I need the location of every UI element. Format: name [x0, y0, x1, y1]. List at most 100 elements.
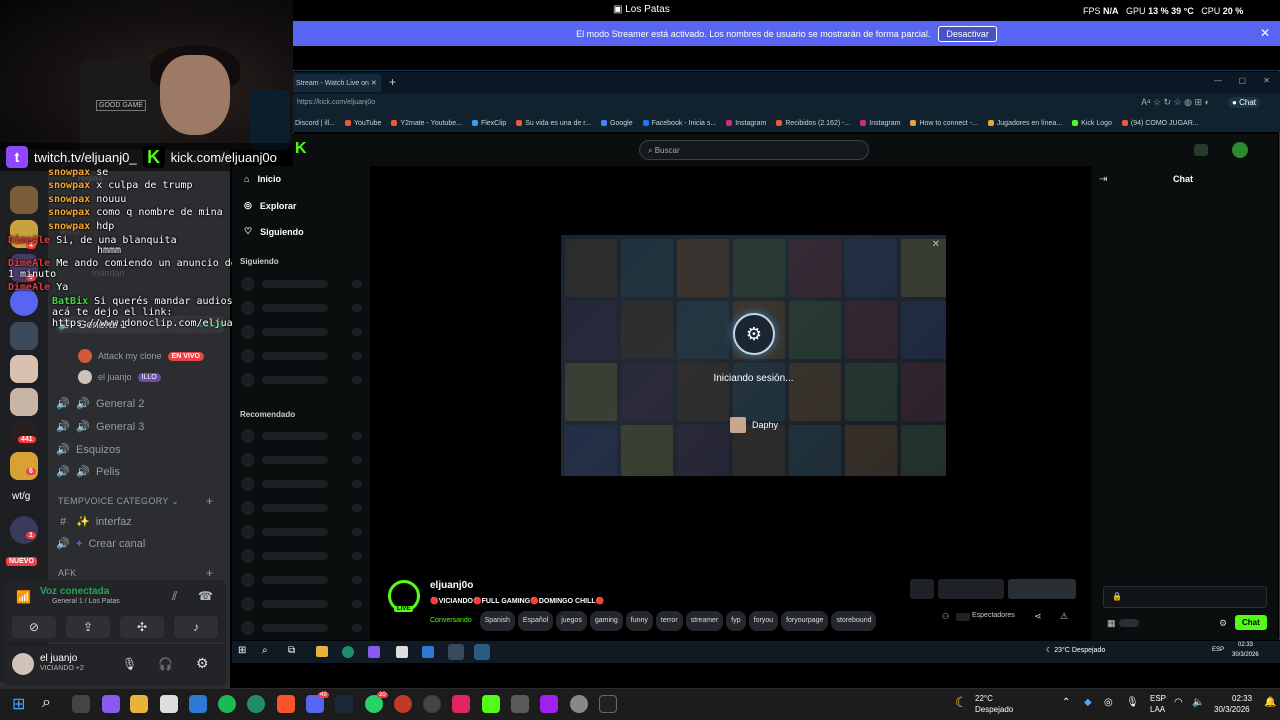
bookmark[interactable]: Instagram — [726, 120, 766, 127]
user-name[interactable]: el juanjo — [40, 653, 77, 664]
gift-icon[interactable]: ▦ — [1107, 618, 1116, 629]
noise-suppression-icon[interactable]: ⫽ — [172, 589, 177, 604]
tag[interactable]: foryourpage — [781, 611, 829, 631]
voice-channel-pelis[interactable]: 🔊 🔊 Pelis — [56, 465, 120, 479]
tag[interactable]: streamer — [685, 611, 724, 631]
voice-channel-general-3[interactable]: 🔊 🔊 General 3 — [56, 420, 144, 434]
close-icon[interactable]: ✕ — [932, 239, 940, 250]
headset-icon[interactable]: 🎧 — [158, 657, 173, 671]
user-status[interactable]: VICIANDO +2 — [40, 665, 84, 672]
edge-icon[interactable] — [342, 646, 354, 658]
bookmark[interactable]: Jugadores en línea... — [987, 120, 1062, 127]
copilot-icon[interactable] — [102, 695, 120, 713]
disconnect-icon[interactable]: ☎ — [198, 589, 213, 603]
tiktok-icon[interactable] — [452, 695, 470, 713]
edge-icon[interactable] — [247, 695, 265, 713]
bookmark[interactable]: Discord | ill... — [295, 120, 335, 127]
nav-inicio[interactable]: ⌂ Inicio — [244, 174, 281, 184]
warning-icon[interactable]: ⚠ — [1060, 611, 1068, 622]
bookmark[interactable]: Recibidos (2.162) -... — [776, 120, 850, 127]
mic-tray-icon[interactable]: 🎙 — [1126, 697, 1139, 708]
minimize-icon[interactable]: — — [1214, 76, 1222, 85]
server-icon[interactable] — [10, 516, 38, 544]
spotify-icon[interactable] — [218, 695, 236, 713]
signal-icon[interactable]: 📶 — [16, 590, 31, 604]
task-view-icon[interactable]: ⧉ — [288, 645, 295, 656]
obs-icon[interactable] — [423, 695, 441, 713]
inner-lang[interactable]: ESP — [1212, 647, 1224, 653]
bookmark[interactable]: Google — [601, 120, 633, 127]
tag[interactable]: juegos — [556, 611, 587, 631]
bookmark[interactable]: FlexClip — [471, 120, 506, 127]
windows-start-icon[interactable]: ⊞ — [12, 694, 25, 714]
tag[interactable]: funny — [625, 611, 653, 631]
activities-button[interactable]: ✣ — [120, 616, 164, 638]
server-icon[interactable] — [10, 420, 38, 448]
streamer-name[interactable]: eljuanj0o — [430, 580, 473, 591]
tag[interactable]: storebound — [831, 611, 877, 631]
tag[interactable]: Español — [517, 611, 554, 631]
send-chat-button[interactable]: Chat — [1235, 615, 1267, 630]
copilot-icon[interactable] — [368, 646, 380, 658]
bookmark[interactable]: Kick Logo — [1072, 120, 1112, 127]
moon-icon[interactable]: ☾ — [955, 694, 968, 711]
discord-icon[interactable] — [448, 644, 464, 660]
user-avatar[interactable] — [12, 653, 34, 675]
share-icon[interactable]: ⋖ — [1034, 611, 1042, 622]
category-tempvoice[interactable]: TEMPVOICE CATEGORY ⌄ — [58, 496, 179, 507]
bookmark[interactable]: Su vida es una de r... — [516, 120, 591, 127]
category-afk[interactable]: AFK — [58, 568, 76, 578]
store-icon[interactable] — [160, 695, 178, 713]
browser-toolbar-icons[interactable]: Aᵃ ☆ ↻ ☆ ◍ ⊞ ◐ — [1141, 97, 1210, 108]
microphone-icon[interactable]: 🎙 — [122, 657, 137, 671]
mail-icon[interactable] — [422, 646, 434, 658]
epic-games-icon[interactable] — [599, 695, 617, 713]
server-icon[interactable] — [10, 388, 38, 416]
chevron-up-icon[interactable]: ⌃ — [1062, 697, 1070, 708]
tag[interactable]: foryou — [748, 611, 779, 631]
tag[interactable]: fyp — [726, 611, 746, 631]
browser-tab[interactable]: Stream - Watch Live on ✕ — [293, 74, 381, 92]
voice-status[interactable]: Voz conectada — [40, 586, 109, 597]
app-icon[interactable] — [540, 695, 558, 713]
category-link[interactable]: Conversando — [430, 617, 472, 624]
bookmark[interactable]: Facebook - Inicia s... — [642, 120, 716, 127]
steam-tray-icon[interactable]: ◎ — [1104, 697, 1113, 708]
voice-user[interactable]: el juanjo ILLO — [78, 370, 161, 384]
tag[interactable]: Spanish — [479, 611, 515, 631]
voice-location[interactable]: General 1 / Los Patas — [52, 598, 120, 605]
server-icon[interactable] — [10, 355, 38, 383]
tag[interactable]: terror — [655, 611, 683, 631]
maximize-icon[interactable]: ▢ — [1238, 76, 1246, 85]
chat-input[interactable]: 🔒 — [1103, 586, 1267, 608]
task-view-icon[interactable] — [72, 695, 90, 713]
folder-icon[interactable] — [316, 646, 328, 657]
search-input[interactable]: ⌕ Buscar — [639, 140, 869, 160]
kick-app-icon[interactable] — [482, 695, 500, 713]
clock-date[interactable]: 30/3/2026 — [1214, 705, 1250, 714]
valorant-icon[interactable] — [394, 695, 412, 713]
steam-icon[interactable] — [474, 644, 490, 660]
brave-icon[interactable] — [277, 695, 295, 713]
gear-icon[interactable]: ⚙ — [196, 655, 209, 672]
close-window-icon[interactable]: ✕ — [1263, 76, 1270, 85]
windows-icon[interactable]: ⊞ — [238, 645, 246, 656]
close-tab-icon[interactable]: ✕ — [371, 80, 377, 87]
search-icon[interactable]: ⌕ — [262, 645, 268, 656]
camera-off-button[interactable]: ⊘ — [12, 616, 56, 638]
settings-icon[interactable] — [570, 695, 588, 713]
inner-date[interactable]: 30/3/2026 — [1232, 652, 1259, 658]
profile-avatar[interactable] — [1232, 142, 1248, 158]
notification-bell-icon[interactable]: 🔔 — [1264, 697, 1276, 708]
keyboard-layout[interactable]: LAA — [1150, 705, 1165, 714]
bookmark[interactable]: Instagram — [860, 120, 900, 127]
steam-icon[interactable] — [335, 695, 353, 713]
search-icon[interactable]: ⌕ — [42, 694, 51, 712]
bookmark[interactable]: (94) COMO JUGAR... — [1121, 120, 1199, 127]
add-channel-icon[interactable]: + — [206, 494, 213, 508]
profile-chat-button[interactable]: ● Chat — [1228, 97, 1260, 108]
deactivate-button[interactable]: Desactivar — [938, 25, 997, 42]
nav-explorar[interactable]: ◎ Explorar — [244, 200, 296, 211]
server-folder-label[interactable]: wt/g — [12, 491, 30, 502]
text-channel-interfaz[interactable]: # ✨ interfaz — [56, 515, 132, 529]
